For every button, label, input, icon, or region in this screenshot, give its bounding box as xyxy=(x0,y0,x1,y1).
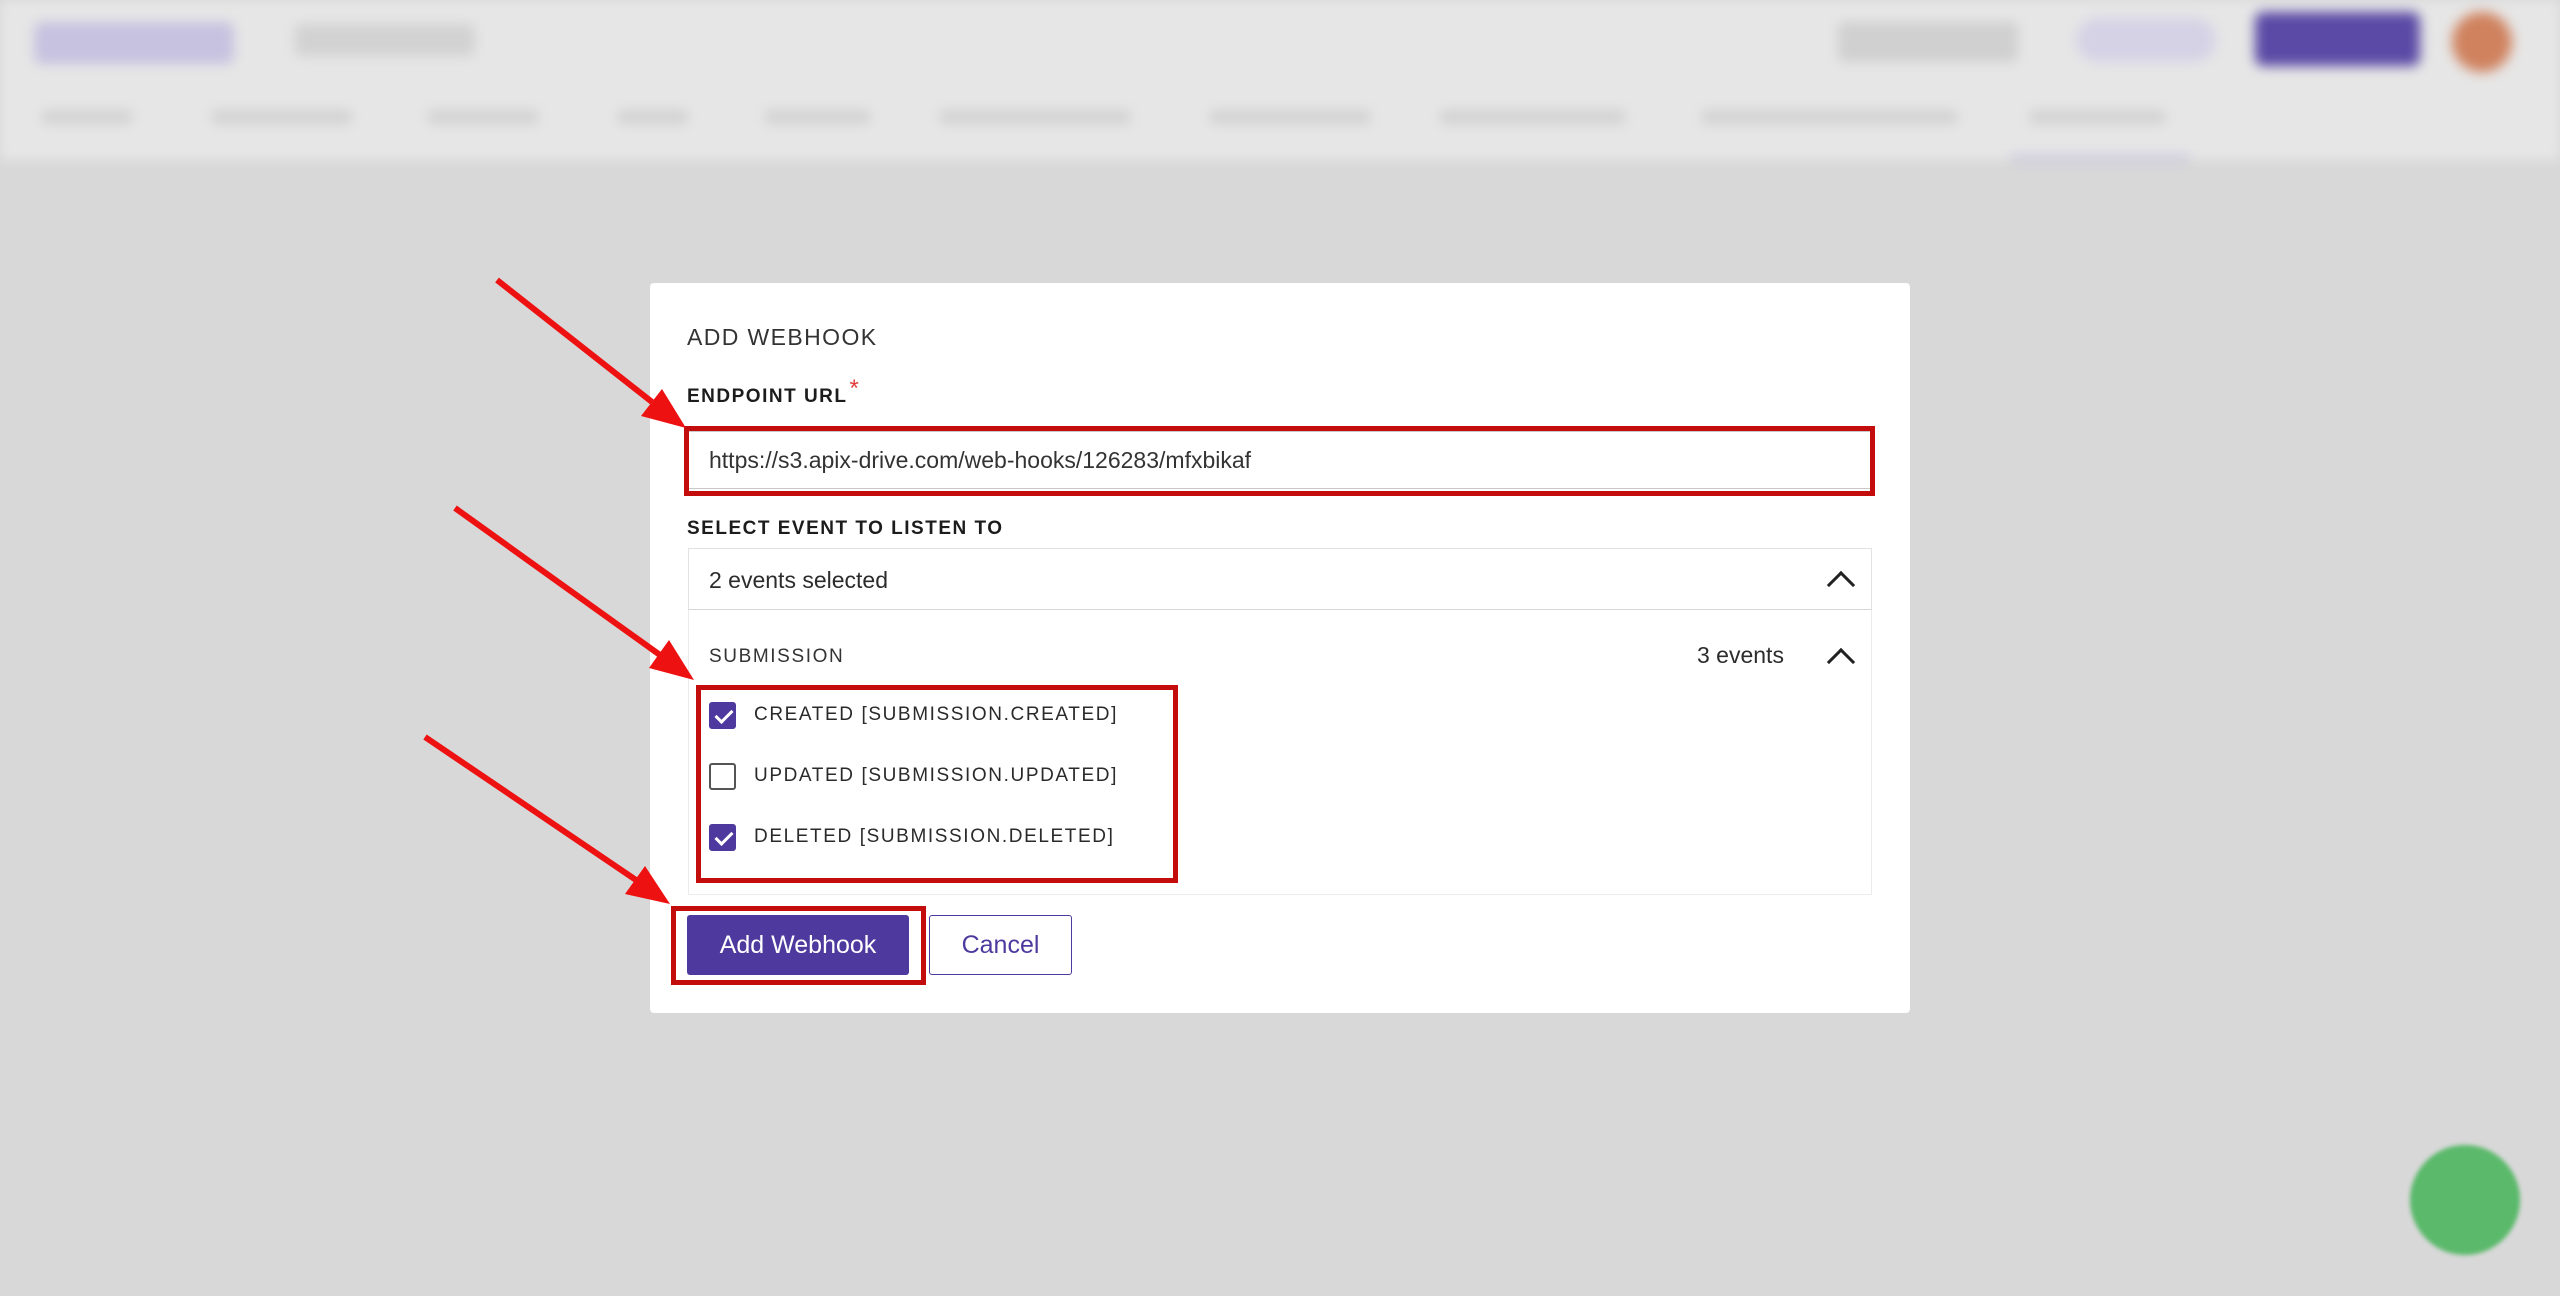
avatar xyxy=(2452,12,2512,72)
nav-tab xyxy=(940,110,1130,124)
event-group-panel: SUBMISSION 3 events CREATED [SUBMISSION.… xyxy=(688,610,1872,895)
chevron-up-icon[interactable] xyxy=(1826,570,1856,600)
event-option-updated[interactable]: UPDATED [SUBMISSION.UPDATED] xyxy=(709,761,1118,791)
chevron-up-icon[interactable] xyxy=(1826,647,1856,677)
event-option-label: CREATED [SUBMISSION.CREATED] xyxy=(754,704,1118,725)
project-selector xyxy=(295,24,475,56)
modal-title: ADD WEBHOOK xyxy=(687,324,878,350)
endpoint-url-label: ENDPOINT URL* xyxy=(687,375,860,409)
event-option-label: UPDATED [SUBMISSION.UPDATED] xyxy=(754,765,1118,786)
required-mark: * xyxy=(849,375,861,402)
nav-tab xyxy=(42,110,132,124)
event-checkbox[interactable] xyxy=(709,762,736,790)
nav-tab xyxy=(2030,110,2165,124)
add-webhook-button[interactable]: Add Webhook xyxy=(687,915,909,975)
chat-icon[interactable] xyxy=(2410,1145,2520,1255)
event-group-name: SUBMISSION xyxy=(709,646,845,667)
event-checkbox[interactable] xyxy=(709,823,736,851)
event-option-created[interactable]: CREATED [SUBMISSION.CREATED] xyxy=(709,700,1118,730)
add-webhook-modal: ADD WEBHOOK ENDPOINT URL* SELECT EVENT T… xyxy=(650,283,1910,1013)
nav-tab xyxy=(428,110,538,124)
nav-tab xyxy=(765,110,870,124)
endpoint-url-label-text: ENDPOINT URL xyxy=(687,386,848,407)
endpoint-url-input[interactable] xyxy=(688,431,1872,489)
event-checkbox[interactable] xyxy=(709,701,736,729)
app-logo xyxy=(34,22,234,64)
header-button xyxy=(2076,18,2216,62)
header-primary-button xyxy=(2255,12,2420,66)
header-button xyxy=(1838,22,2018,62)
nav-tab xyxy=(1702,110,1957,124)
active-tab-indicator xyxy=(2010,155,2190,160)
nav-tab xyxy=(1210,110,1370,124)
nav-tab xyxy=(618,110,688,124)
cancel-button[interactable]: Cancel xyxy=(929,915,1072,975)
event-option-deleted[interactable]: DELETED [SUBMISSION.DELETED] xyxy=(709,822,1114,852)
event-option-label: DELETED [SUBMISSION.DELETED] xyxy=(754,826,1115,847)
event-select-value: 2 events selected xyxy=(709,567,889,593)
event-group-count: 3 events xyxy=(1697,642,1784,668)
event-select-dropdown[interactable]: 2 events selected xyxy=(688,548,1872,610)
nav-tab xyxy=(1440,110,1625,124)
event-select-label: SELECT EVENT TO LISTEN TO xyxy=(687,518,1004,539)
nav-tab xyxy=(212,110,352,124)
